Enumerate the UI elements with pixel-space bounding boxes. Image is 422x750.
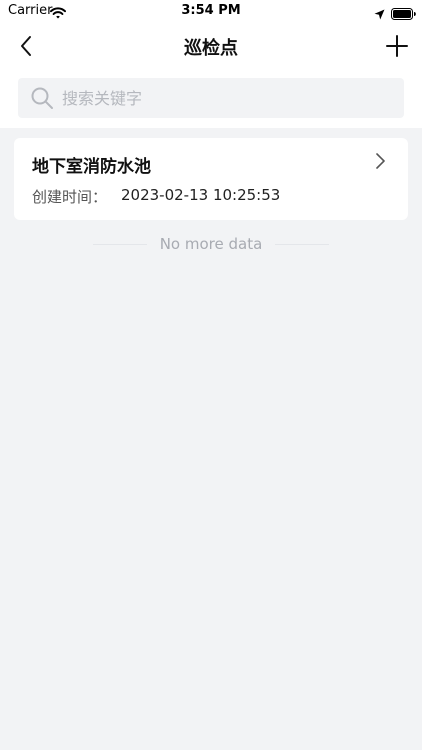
battery-icon	[391, 5, 416, 24]
add-button[interactable]	[382, 31, 412, 61]
list-end-indicator: No more data	[0, 234, 422, 254]
created-time-value: 2023-02-13 10:25:53	[121, 186, 281, 204]
no-more-data-text: No more data	[159, 235, 263, 253]
page-title: 巡检点	[184, 38, 238, 59]
search-bar[interactable]	[18, 78, 404, 118]
created-time-label: 创建时间：	[32, 188, 108, 206]
list-item[interactable]: 地下室消防水池 创建时间： 2023-02-13 10:25:53	[14, 138, 408, 220]
plus-icon	[386, 35, 408, 57]
search-input[interactable]	[62, 78, 392, 118]
location-arrow-icon	[374, 5, 385, 24]
divider-right	[275, 244, 329, 245]
list-item-title: 地下室消防水池	[32, 157, 151, 177]
navigation-bar: 巡检点	[0, 26, 422, 66]
search-icon	[30, 86, 54, 114]
status-time: 3:54 PM	[181, 3, 241, 18]
status-bar: Carrier 3:54 PM	[0, 0, 422, 22]
chevron-right-icon	[374, 152, 386, 174]
